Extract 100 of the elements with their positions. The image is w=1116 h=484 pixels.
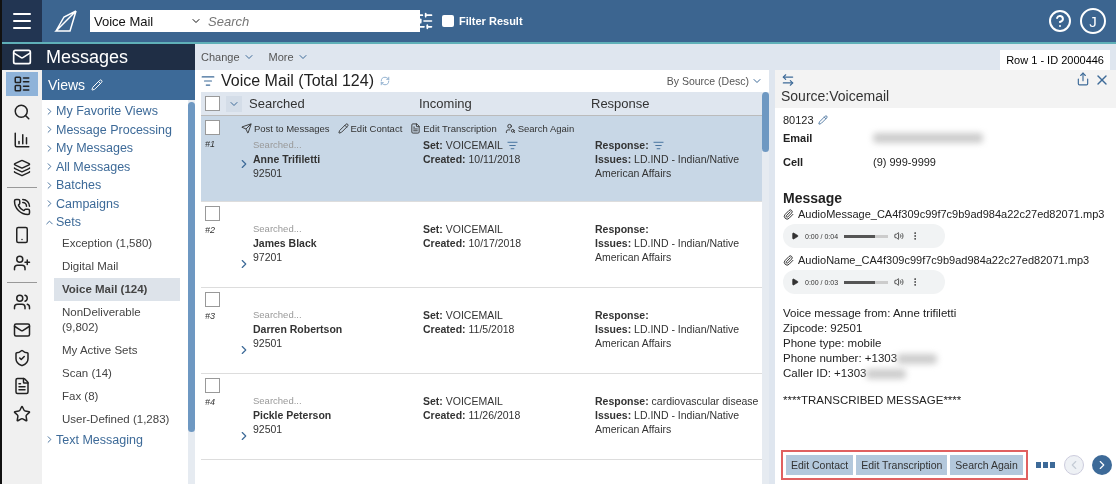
row-action-link[interactable]: Post to Messages [241, 122, 330, 134]
attachment-name[interactable]: AudioName_CA4f309c99f7c9b9ad984a22c27ed82071.mp3 [798, 254, 1090, 266]
volume-icon[interactable] [894, 231, 905, 241]
user-avatar[interactable]: J [1080, 8, 1106, 34]
drag-handle-icon[interactable] [1035, 462, 1056, 468]
searched-label: Searched... [253, 394, 303, 408]
set-item[interactable]: NonDeliverable (9,802) [54, 300, 180, 339]
searched-label: Searched... [253, 308, 303, 322]
filter-icon[interactable] [201, 74, 215, 88]
response-text: Response: cardiovascular disease [595, 394, 759, 408]
shield-icon[interactable] [13, 349, 31, 367]
sort-dropdown[interactable]: By Source (Desc) [666, 75, 769, 87]
volume-slider[interactable] [844, 280, 889, 284]
document-icon[interactable] [13, 377, 31, 395]
zip-code: 97201 [253, 250, 284, 264]
menu-button[interactable] [2, 0, 42, 42]
scrollbar-thumb[interactable] [188, 102, 195, 432]
toolbar-button[interactable]: Change [201, 51, 255, 63]
response-text: Response: [595, 308, 649, 322]
user-search-icon [504, 122, 516, 134]
scrollbar-thumb[interactable] [762, 92, 769, 152]
row-number: #1 [205, 139, 216, 149]
action-button[interactable]: Edit Transcription [856, 455, 948, 475]
document-icon [410, 122, 422, 134]
issues-text: Issues: LD.IND - Indian/Native American Affairs [595, 236, 741, 264]
views-title: Views [48, 77, 86, 93]
checkbox[interactable] [442, 15, 454, 27]
mail-icon[interactable] [13, 321, 31, 339]
column-header[interactable]: Searched [249, 96, 419, 111]
action-button[interactable]: Edit Contact [786, 455, 854, 475]
row-action-link[interactable]: Search Again [504, 122, 575, 134]
transcript-line: Caller ID: +1303 [783, 366, 867, 381]
zip-code: 92501 [253, 336, 284, 350]
next-button[interactable] [1091, 455, 1112, 475]
transcript-line: Phone type: mobile [783, 336, 882, 351]
column-header[interactable]: Response [591, 96, 762, 111]
set-item[interactable]: Digital Mail [54, 254, 180, 278]
rail-button[interactable] [6, 72, 38, 96]
set-item[interactable]: Scan (14) [54, 361, 180, 385]
set-item[interactable]: My Active Sets [54, 338, 180, 362]
volume-icon[interactable] [894, 277, 905, 287]
nav-item[interactable]: Campaigns [42, 194, 188, 213]
paperclip-icon [783, 254, 794, 266]
play-icon[interactable] [791, 232, 799, 240]
toolbar-button[interactable]: More [268, 51, 309, 63]
checkbox[interactable] [205, 292, 220, 307]
search-icon[interactable] [13, 103, 31, 121]
nav-item[interactable]: My Favorite Views [42, 102, 188, 121]
created-date: Created: 10/17/2018 [423, 236, 523, 250]
search-field[interactable]: Voice Mail Search [90, 10, 420, 32]
message-heading: Message [783, 190, 844, 206]
issues-text: Issues: LD.IND - Indian/Native American Affairs [595, 322, 741, 350]
transcript-line: Zipcode: 92501 [783, 321, 863, 336]
created-date: Created: 10/11/2018 [423, 152, 522, 166]
filter-icon[interactable] [506, 139, 518, 151]
volume-slider[interactable] [844, 234, 889, 238]
field-label: Email [783, 132, 814, 144]
play-icon[interactable] [791, 278, 799, 286]
pencil-icon[interactable] [817, 115, 828, 125]
set-item[interactable]: User-Defined (1,283) [54, 407, 180, 431]
add-user-icon[interactable] [13, 254, 31, 272]
response-text: Response: [595, 138, 649, 152]
checkbox[interactable] [205, 206, 220, 221]
action-button[interactable]: Search Again [950, 455, 1023, 475]
set-text: Set: VOICEMAIL [423, 222, 503, 236]
row-number: #2 [205, 225, 216, 235]
star-icon[interactable] [13, 405, 31, 423]
users-icon[interactable] [13, 293, 31, 311]
row-action-link[interactable]: Edit Contact [337, 122, 403, 134]
nav-item[interactable]: My Messages [42, 139, 188, 158]
attachment-name[interactable]: AudioMessage_CA4f309c99f7c9b9ad984a22c27ed82071.mp3 [798, 208, 1105, 220]
checkbox[interactable] [205, 120, 220, 135]
nav-item[interactable]: All Messages [42, 157, 188, 176]
set-item[interactable]: Fax (8) [54, 384, 180, 408]
set-text: Set: VOICEMAIL [423, 308, 503, 322]
pencil-icon [337, 122, 349, 134]
field-value: (9) 999-9999 [873, 156, 937, 168]
share-icon[interactable] [1076, 72, 1090, 86]
message-row[interactable]: Post to Messages Edit Contact Edit Transcription Search Again #1 Searched... Anne Trifiletti 92501 Set: VOICEMAIL Created: 10/11/2018 Response: Issues: LD.IND - Indian/Native American Affairs [201, 116, 762, 202]
phone-icon[interactable] [13, 198, 31, 216]
transcript-line: Phone number: +1303 [783, 351, 898, 366]
set-item[interactable]: Voice Mail (124) [54, 277, 180, 301]
bar-chart-icon[interactable] [13, 131, 31, 149]
filter-icon[interactable] [652, 139, 664, 151]
list-title: Voice Mail (Total 124) [221, 72, 374, 90]
set-item[interactable]: Exception (1,580) [54, 231, 180, 255]
resize-icon[interactable] [781, 73, 795, 87]
nav-item[interactable]: Message Processing [42, 120, 188, 139]
mobile-phone-icon[interactable] [13, 226, 31, 244]
contact-name: Anne Trifiletti [253, 152, 322, 166]
help-icon[interactable] [1048, 9, 1072, 33]
checkbox[interactable] [205, 378, 220, 393]
nav-item[interactable]: Text Messaging [42, 430, 188, 449]
row-action-link[interactable]: Edit Transcription [410, 122, 497, 134]
list-view-icon[interactable] [13, 75, 31, 93]
nav-item[interactable]: Batches [42, 176, 188, 195]
nav-item[interactable]: Sets [42, 213, 188, 232]
checkbox[interactable] [205, 96, 220, 111]
column-header[interactable]: Incoming [419, 96, 591, 111]
layers-icon[interactable] [13, 159, 31, 177]
